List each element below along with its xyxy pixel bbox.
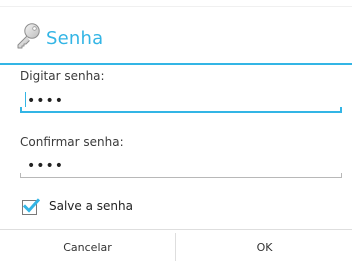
confirm-password-value: •••• (27, 158, 65, 174)
text-cursor (25, 92, 26, 107)
save-password-checkbox[interactable] (22, 198, 40, 215)
password-underline (20, 107, 342, 113)
save-password-label: Salve a senha (49, 199, 133, 213)
password-input[interactable]: •••• (20, 89, 342, 113)
checkmark-icon (22, 198, 40, 213)
cancel-button[interactable]: Cancelar (0, 230, 175, 264)
dialog-header: Senha (0, 18, 352, 64)
confirm-password-underline (20, 173, 342, 178)
title-divider (0, 63, 352, 65)
top-divider (0, 6, 352, 7)
confirm-password-input[interactable]: •••• (20, 154, 342, 178)
ok-button[interactable]: OK (177, 230, 352, 264)
confirm-password-label: Confirmar senha: (20, 135, 124, 149)
key-icon (14, 21, 42, 49)
dialog-title: Senha (46, 28, 104, 49)
password-label: Digitar senha: (20, 69, 105, 83)
password-value: •••• (27, 93, 65, 109)
button-separator (175, 233, 176, 261)
password-dialog: Senha Digitar senha: •••• Confirmar senh… (0, 0, 352, 264)
